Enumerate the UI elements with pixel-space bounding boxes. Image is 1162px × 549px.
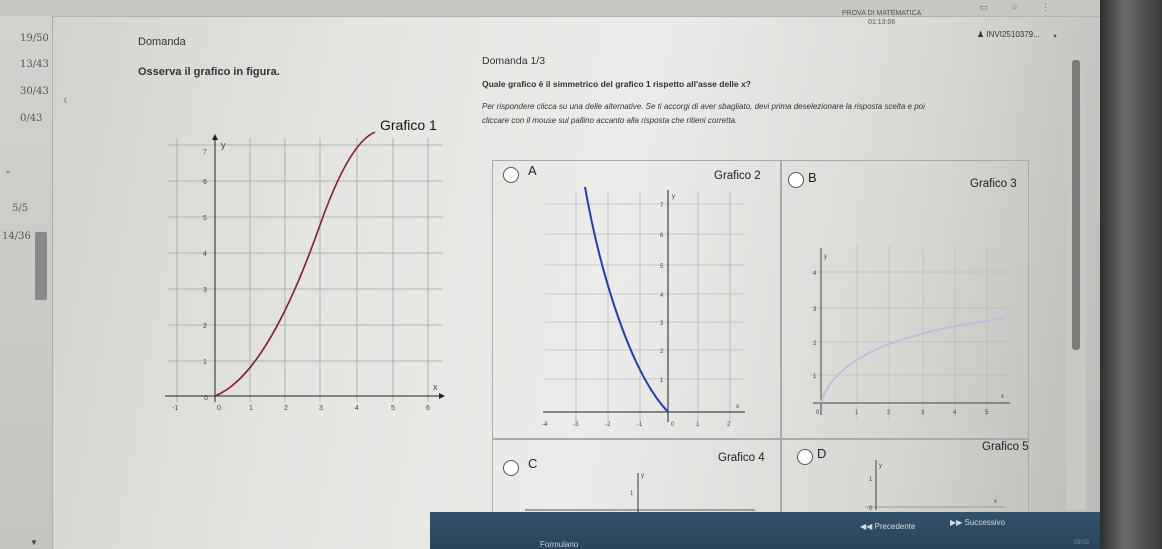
- x-axis-label: x: [1001, 394, 1004, 400]
- question-instruction: Osserva il grafico in figura.: [138, 66, 280, 78]
- clock: 09:03: [1074, 540, 1090, 546]
- test-name: PROVA DI MATEMATICA: [842, 10, 922, 17]
- x-tick: -3: [573, 422, 579, 428]
- x-tick: 5: [985, 410, 989, 416]
- double-right-arrow-icon: ▶▶: [950, 518, 963, 527]
- monitor-bezel: [1100, 0, 1162, 549]
- y-axis-label: y: [824, 254, 827, 260]
- origin-label: 0: [204, 395, 208, 402]
- user-id: INVI2510379...: [986, 30, 1040, 39]
- answer-scrollbar-thumb[interactable]: [1072, 60, 1080, 350]
- x-tick: 1: [855, 410, 859, 416]
- x-tick: -1: [172, 405, 178, 412]
- browser-window-icons: ▭ ☆ ⋮: [979, 2, 1060, 12]
- previous-button[interactable]: ◀◀ Precedente: [860, 522, 915, 531]
- section-count-4[interactable]: 0/43: [20, 113, 42, 124]
- option-c-title: Grafico 4: [718, 452, 765, 464]
- x-tick: 0: [816, 410, 820, 416]
- chevron-down-icon[interactable]: ▼: [30, 538, 38, 547]
- option-a-title: Grafico 2: [714, 170, 761, 182]
- graph-4-figure: y 1 0 x: [525, 473, 755, 515]
- section-count-2[interactable]: 13/43: [20, 59, 49, 70]
- x-tick: 3: [921, 410, 925, 416]
- y-tick: 2: [203, 323, 207, 330]
- y-tick: 4: [203, 251, 207, 258]
- question-title: Domanda: [138, 36, 186, 48]
- x-tick: 2: [887, 410, 891, 416]
- answer-hint-line-2: cliccare con il mouse sul pallino accant…: [482, 116, 738, 125]
- x-axis-label: x: [433, 382, 438, 392]
- option-d-radio[interactable]: [797, 449, 813, 465]
- curve-graph-2: [584, 186, 669, 413]
- section-count-5[interactable]: 5/5: [12, 203, 28, 214]
- section-count-3[interactable]: 30/43: [20, 86, 49, 97]
- x-tick: 0: [671, 422, 675, 428]
- x-tick: -2: [605, 422, 611, 428]
- chevron-left-icon[interactable]: ‹: [63, 91, 68, 107]
- x-tick: 2: [284, 405, 288, 412]
- x-tick: 2: [727, 422, 731, 428]
- y-axis-label: y: [672, 194, 675, 200]
- browser-topbar: ▭ ☆ ⋮: [0, 0, 1100, 17]
- next-label: Successivo: [964, 518, 1006, 527]
- graph-1-figure: -1 0 1 2 3 4 5 6 1 2 3 4 5 6 7 0 x y: [165, 131, 445, 412]
- y-tick: 1: [869, 477, 873, 483]
- option-b-radio[interactable]: [788, 172, 804, 188]
- y-tick: 7: [203, 149, 207, 156]
- x-tick: 4: [355, 405, 359, 412]
- exam-screen: ▭ ☆ ⋮ 19/50 13/43 30/43 0/43 ⌃ 5/5 14/36…: [0, 0, 1100, 549]
- option-b-letter: B: [808, 170, 817, 185]
- user-badge[interactable]: ♟ INVI2510379...: [977, 30, 1040, 39]
- answer-question: Quale grafico è il simmetrico del grafic…: [482, 79, 751, 89]
- x-tick: -1: [637, 422, 643, 428]
- y-tick: 1: [630, 491, 634, 497]
- x-tick: 4: [953, 410, 957, 416]
- next-button[interactable]: ▶▶ Successivo: [950, 518, 1005, 527]
- y-arrow-icon: [212, 134, 218, 140]
- x-arrow-icon: [439, 393, 445, 399]
- grid: [168, 138, 443, 402]
- curve-graph-1: [214, 131, 376, 397]
- y-axis-label: y: [879, 463, 882, 469]
- option-d-title: Grafico 5: [982, 441, 1029, 453]
- x-tick: 5: [391, 405, 395, 412]
- y-axis-label: y: [221, 140, 226, 150]
- y-tick: 5: [203, 215, 207, 222]
- test-header: PROVA DI MATEMATICA 01:13:06: [842, 9, 921, 27]
- y-tick: 1: [203, 359, 207, 366]
- x-axis-label: x: [736, 404, 739, 410]
- graph-3-figure: 0 1 2 3 4 5 1 2 3 4 x y: [810, 245, 1010, 420]
- section-count-6[interactable]: 14/36: [2, 231, 31, 242]
- formulario-button[interactable]: Formulario: [540, 540, 578, 549]
- previous-label: Precedente: [874, 522, 916, 531]
- option-a-letter: A: [528, 163, 537, 178]
- curve-graph-3: [820, 317, 1006, 404]
- option-c-radio[interactable]: [503, 460, 519, 476]
- chevron-down-icon[interactable]: ▼: [1052, 34, 1058, 40]
- nav-scrollbar[interactable]: [35, 232, 47, 300]
- x-tick: 1: [249, 405, 253, 412]
- x-axis-label: x: [994, 499, 997, 505]
- answer-hint-line-1: Per rispondere clicca su una delle alter…: [482, 102, 925, 111]
- user-icon: ♟: [977, 30, 985, 39]
- y-tick: 3: [203, 287, 207, 294]
- answer-heading: Domanda 1/3: [482, 55, 546, 67]
- x-tick: 6: [426, 405, 430, 412]
- section-count-1[interactable]: 19/50: [20, 33, 49, 44]
- graph-2-figure: -4 -3 -2 -1 0 1 2 1 2 3 4 5 6 7 x y: [542, 186, 745, 428]
- collapse-up-icon[interactable]: ⌃: [4, 170, 12, 181]
- double-left-arrow-icon: ◀◀: [860, 522, 873, 531]
- x-tick: -4: [542, 422, 548, 428]
- option-b-title: Grafico 3: [970, 178, 1017, 190]
- x-tick: 1: [696, 422, 700, 428]
- option-a-radio[interactable]: [503, 167, 519, 183]
- test-timer: 01:13:06: [868, 19, 896, 26]
- x-tick: 0: [217, 405, 221, 412]
- option-d-letter: D: [817, 446, 827, 461]
- y-tick: 6: [203, 179, 207, 186]
- x-tick: 3: [319, 405, 323, 412]
- graph-5-figure: y 1 0 x: [865, 460, 1005, 510]
- y-axis-label: y: [641, 473, 644, 479]
